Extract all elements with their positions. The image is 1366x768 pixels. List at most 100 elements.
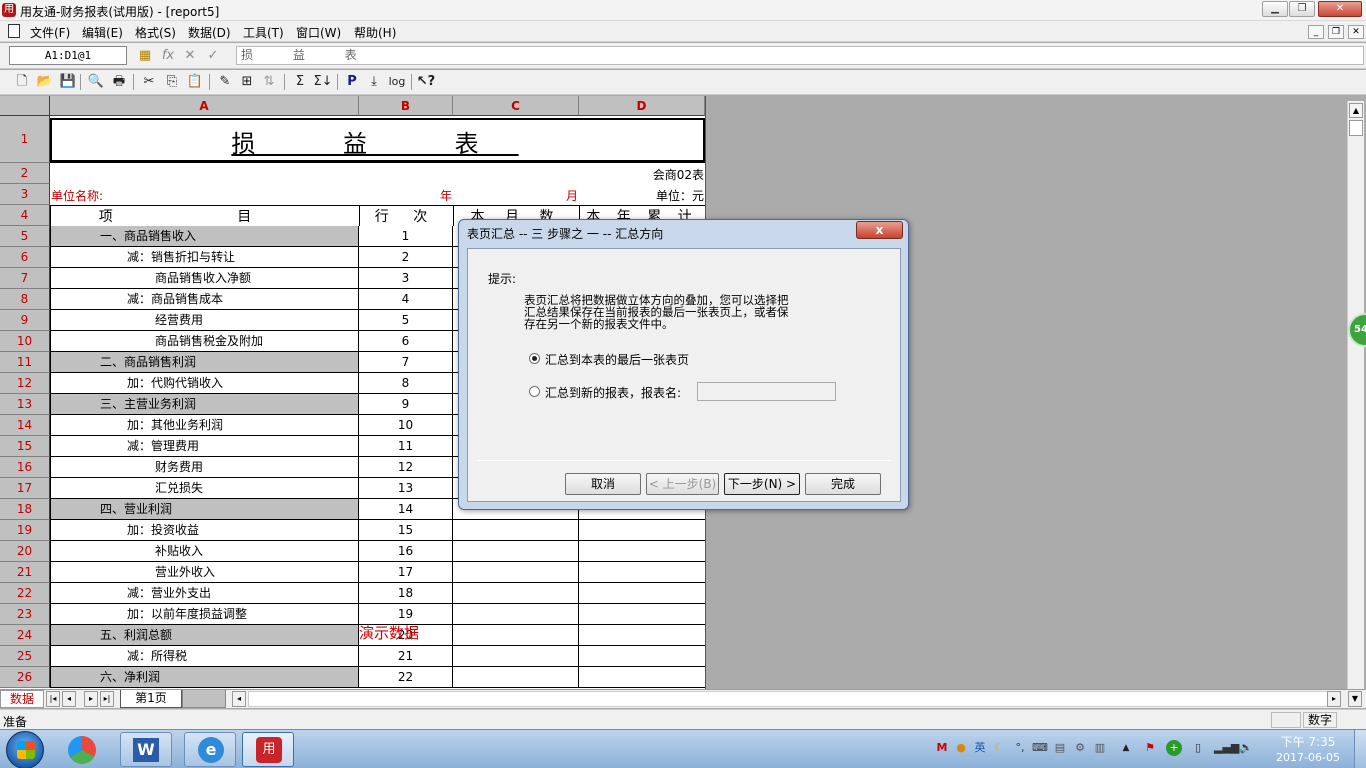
- month-amount-cell[interactable]: [453, 625, 579, 645]
- column-header-a[interactable]: A: [50, 96, 359, 116]
- minimize-button[interactable]: ▁: [1262, 1, 1288, 17]
- item-cell[interactable]: 减：所得税: [50, 646, 359, 666]
- item-cell[interactable]: 加：代购代销收入: [50, 373, 359, 393]
- tray-expand-icon[interactable]: ▲: [1118, 740, 1134, 756]
- menu-file[interactable]: 文件(F): [30, 24, 70, 41]
- column-header-c[interactable]: C: [453, 96, 579, 116]
- row-header-25[interactable]: 25: [0, 646, 50, 667]
- line-number-cell[interactable]: 16: [359, 541, 453, 561]
- mdi-minimize-button[interactable]: _: [1308, 25, 1324, 39]
- row-header-24[interactable]: 24: [0, 625, 50, 646]
- cell-reference-box[interactable]: A1:D1@1: [9, 46, 127, 65]
- pivot-icon[interactable]: P: [342, 72, 362, 92]
- taskbar-word[interactable]: W: [120, 732, 172, 767]
- item-cell[interactable]: 加：其他业务利润: [50, 415, 359, 435]
- row-header-6[interactable]: 6: [0, 247, 50, 268]
- month-amount-cell[interactable]: [453, 604, 579, 624]
- tray-settings-icon[interactable]: ⚙: [1072, 740, 1088, 756]
- tray-tool-icon[interactable]: ▤: [1052, 740, 1068, 756]
- item-cell[interactable]: 三、主营业务利润: [50, 394, 359, 414]
- scroll-up-icon[interactable]: ▲: [1349, 103, 1363, 118]
- line-number-cell[interactable]: 2: [359, 247, 453, 267]
- item-cell[interactable]: 补贴收入: [50, 541, 359, 561]
- tray-m-icon[interactable]: M: [934, 740, 950, 756]
- month-amount-cell[interactable]: [453, 541, 579, 561]
- tray-punct-icon[interactable]: °,: [1012, 740, 1028, 756]
- row-header-21[interactable]: 21: [0, 562, 50, 583]
- row-header-23[interactable]: 23: [0, 604, 50, 625]
- sort-icon[interactable]: ⇅: [259, 72, 279, 92]
- format-painter-icon[interactable]: ✎: [215, 72, 235, 92]
- year-total-cell[interactable]: [579, 541, 705, 561]
- menu-window[interactable]: 窗口(W): [296, 24, 341, 41]
- confirm-edit-icon[interactable]: ✓: [205, 48, 221, 64]
- sum-icon[interactable]: Σ: [290, 72, 310, 92]
- sheet-tab-1[interactable]: 第1页: [120, 690, 182, 708]
- line-number-cell[interactable]: 7: [359, 352, 453, 372]
- row-header-26[interactable]: 26: [0, 667, 50, 688]
- next-step-button[interactable]: 下一步(N) >: [724, 473, 800, 495]
- year-total-cell[interactable]: [579, 520, 705, 540]
- row-header-8[interactable]: 8: [0, 289, 50, 310]
- sum-total-icon[interactable]: Σ↓: [313, 72, 333, 92]
- function-icon[interactable]: fx: [160, 48, 176, 64]
- item-cell[interactable]: 六、净利润: [50, 667, 359, 687]
- row-header-22[interactable]: 22: [0, 583, 50, 604]
- clock-date[interactable]: 2017-06-05: [1270, 751, 1346, 764]
- tray-flag-icon[interactable]: ⚑: [1142, 740, 1158, 756]
- formula-input[interactable]: 损 益 表: [236, 46, 1364, 65]
- item-cell[interactable]: 减：管理费用: [50, 436, 359, 456]
- document-icon[interactable]: [8, 24, 20, 38]
- line-number-cell[interactable]: 9: [359, 394, 453, 414]
- line-number-cell[interactable]: 18: [359, 583, 453, 603]
- option-last-sheet-label[interactable]: 汇总到本表的最后一张表页: [545, 351, 689, 368]
- tray-battery-icon[interactable]: ▯: [1190, 740, 1206, 756]
- item-cell[interactable]: 减：销售折扣与转让: [50, 247, 359, 267]
- line-number-cell[interactable]: 6: [359, 331, 453, 351]
- vertical-scrollbar[interactable]: ▲: [1347, 101, 1364, 689]
- option-last-sheet-radio[interactable]: [529, 353, 540, 364]
- row-header-3[interactable]: 3: [0, 184, 50, 205]
- show-desktop-button[interactable]: [1354, 730, 1366, 768]
- print-icon[interactable]: 🖶: [109, 72, 129, 92]
- item-cell[interactable]: 汇兑损失: [50, 478, 359, 498]
- cancel-edit-icon[interactable]: ✕: [182, 48, 198, 64]
- month-amount-cell[interactable]: [453, 562, 579, 582]
- menu-tools[interactable]: 工具(T): [243, 24, 284, 41]
- item-cell[interactable]: 减：营业外支出: [50, 583, 359, 603]
- mdi-restore-button[interactable]: ❐: [1328, 25, 1344, 39]
- taskbar-report-app[interactable]: 用: [242, 732, 294, 767]
- line-number-cell[interactable]: 14: [359, 499, 453, 519]
- insert-rows-icon[interactable]: ⊞: [237, 72, 257, 92]
- line-number-cell[interactable]: 8: [359, 373, 453, 393]
- month-amount-cell[interactable]: [453, 646, 579, 666]
- line-number-cell[interactable]: 13: [359, 478, 453, 498]
- close-button[interactable]: ✕: [1318, 1, 1362, 17]
- year-total-cell[interactable]: [579, 583, 705, 603]
- scroll-down-icon[interactable]: ▼: [1348, 691, 1362, 707]
- menu-edit[interactable]: 编辑(E): [82, 24, 123, 41]
- tray-ime-icon[interactable]: 英: [972, 740, 988, 756]
- menu-help[interactable]: 帮助(H): [354, 24, 396, 41]
- query-icon[interactable]: ⤓: [364, 72, 384, 92]
- item-cell[interactable]: 商品销售税金及附加: [50, 331, 359, 351]
- line-number-cell[interactable]: 4: [359, 289, 453, 309]
- row-header-15[interactable]: 15: [0, 436, 50, 457]
- line-number-cell[interactable]: 19: [359, 604, 453, 624]
- item-cell[interactable]: 营业外收入: [50, 562, 359, 582]
- row-header-12[interactable]: 12: [0, 373, 50, 394]
- open-folder-icon[interactable]: 📂: [35, 72, 55, 92]
- item-cell[interactable]: 加：以前年度损益调整: [50, 604, 359, 624]
- mode-indicator[interactable]: 数据: [0, 690, 44, 708]
- tray-keyboard-icon[interactable]: ⌨: [1032, 740, 1048, 756]
- report-name-input[interactable]: [697, 382, 836, 401]
- media-player-icon[interactable]: [62, 733, 102, 767]
- tray-volume-icon[interactable]: 🔈: [1238, 740, 1254, 756]
- year-total-cell[interactable]: [579, 562, 705, 582]
- tray-network-icon[interactable]: ▂▄▆: [1214, 740, 1239, 756]
- help-icon[interactable]: ↖?: [416, 72, 436, 92]
- tray-input-icon[interactable]: ●: [953, 740, 969, 756]
- year-total-cell[interactable]: [579, 625, 705, 645]
- row-header-16[interactable]: 16: [0, 457, 50, 478]
- row-header-11[interactable]: 11: [0, 352, 50, 373]
